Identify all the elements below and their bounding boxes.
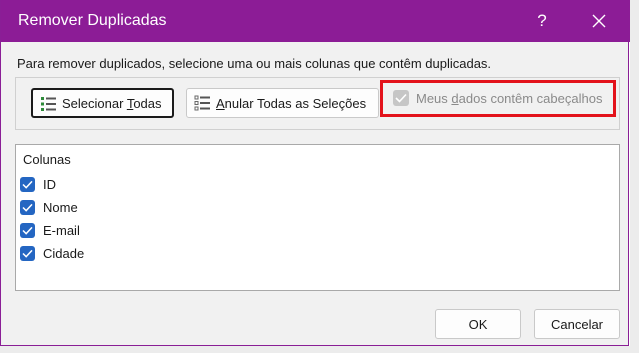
instruction-text: Para remover duplicados, selecione uma o…	[17, 56, 492, 71]
select-all-icon	[40, 95, 58, 116]
deselect-all-button[interactable]: Anular Todas as Seleções	[186, 88, 379, 118]
checkmark-icon	[22, 180, 33, 189]
columns-header: Colunas	[23, 152, 71, 167]
checkmark-icon	[395, 93, 407, 103]
help-icon: ?	[537, 11, 547, 30]
headers-checkbox-label[interactable]: Meus dados contêm cabeçalhos	[416, 91, 602, 106]
column-label-id: ID	[43, 177, 56, 192]
column-checkbox-cidade[interactable]	[20, 246, 35, 261]
cancel-button[interactable]: Cancelar	[534, 309, 620, 339]
close-icon	[592, 14, 606, 28]
column-checkbox-nome[interactable]	[20, 200, 35, 215]
column-checkbox-email[interactable]	[20, 223, 35, 238]
dialog-title: Remover Duplicadas	[18, 12, 167, 29]
column-checkbox-id[interactable]	[20, 177, 35, 192]
cancel-label: Cancelar	[550, 317, 604, 332]
column-label-nome: Nome	[43, 200, 78, 215]
checkmark-icon	[22, 249, 33, 258]
column-label-cidade: Cidade	[43, 246, 85, 261]
deselect-all-icon	[194, 94, 212, 115]
select-all-label: Selecionar Todas	[62, 96, 162, 111]
title-bar[interactable]: Remover Duplicadas ?	[1, 0, 630, 42]
ok-button[interactable]: OK	[435, 309, 521, 339]
ok-label: OK	[468, 317, 488, 332]
background-strip-bottom	[0, 346, 639, 353]
column-label-email: E-mail	[43, 223, 80, 238]
headers-checkbox[interactable]	[393, 90, 409, 106]
deselect-all-label: Anular Todas as Seleções	[216, 96, 367, 111]
checkmark-icon	[22, 203, 33, 212]
background-strip-right	[630, 0, 639, 353]
columns-list	[15, 144, 620, 291]
select-all-button[interactable]: Selecionar Todas	[31, 88, 174, 118]
help-button[interactable]: ?	[522, 6, 562, 36]
close-button[interactable]	[579, 6, 619, 36]
checkmark-icon	[22, 226, 33, 235]
